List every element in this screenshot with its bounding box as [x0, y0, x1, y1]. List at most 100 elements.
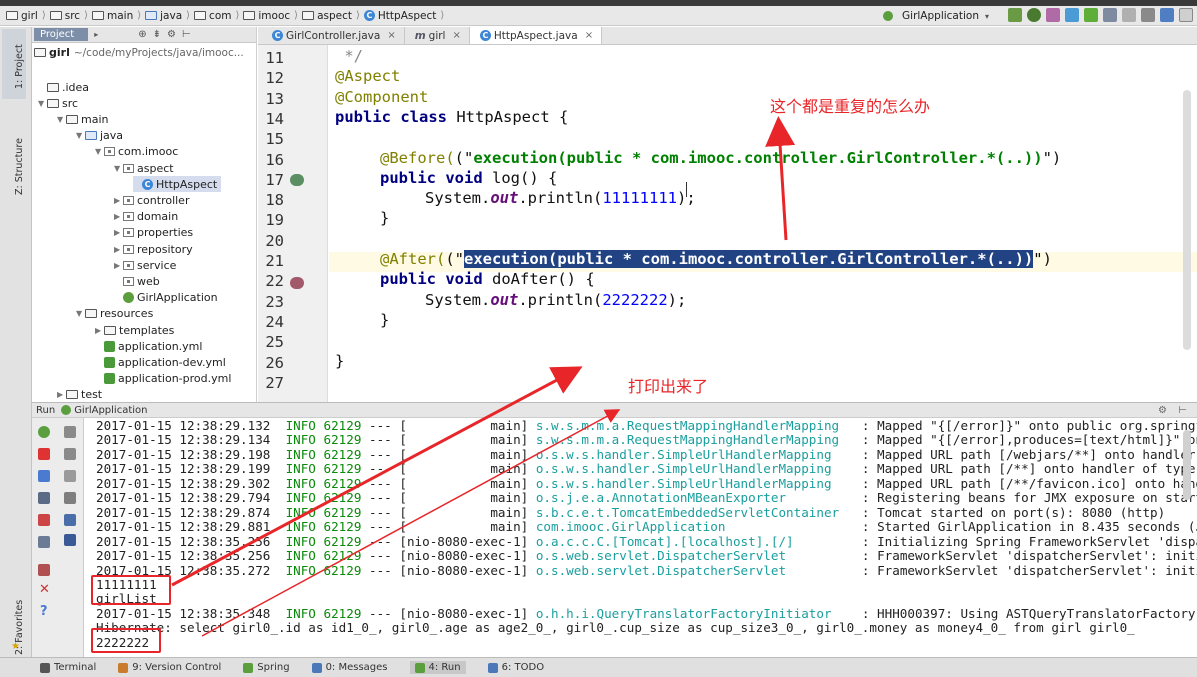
exit-icon[interactable]: [38, 514, 50, 526]
aspect-advice-icon[interactable]: [290, 174, 304, 186]
editor-tab[interactable]: C GirlController.java ×: [262, 27, 405, 44]
breadcrumb-item[interactable]: java: [145, 10, 182, 22]
expanded-arrow-icon[interactable]: ▼: [114, 164, 123, 173]
tree-node[interactable]: ▼ com.imooc: [95, 144, 178, 160]
console-output[interactable]: 2017-01-15 12:38:29.132 INFO 62129 --- […: [84, 418, 1197, 657]
console-scrollbar[interactable]: [1183, 430, 1191, 500]
gear-icon[interactable]: ⚙: [1158, 405, 1167, 416]
collapsed-arrow-icon[interactable]: ▶: [57, 390, 66, 399]
breadcrumb-item[interactable]: girl: [6, 10, 38, 22]
tree-node[interactable]: ▼ main: [57, 111, 108, 127]
expanded-arrow-icon[interactable]: ▼: [95, 147, 104, 156]
close-icon[interactable]: ✕: [39, 582, 50, 597]
tree-node[interactable]: ▼ resources: [76, 306, 153, 322]
debug-icon[interactable]: [1027, 8, 1041, 22]
scroll-up-icon[interactable]: [64, 426, 76, 438]
collapsed-arrow-icon[interactable]: ▶: [114, 196, 123, 205]
expanded-arrow-icon[interactable]: ▼: [76, 309, 85, 318]
structure-icon[interactable]: [1160, 8, 1174, 22]
help-icon[interactable]: ?: [40, 604, 48, 619]
run-config-select[interactable]: GirlApplication: [902, 10, 979, 22]
tree-node[interactable]: ▶ properties: [114, 225, 193, 241]
collapsed-arrow-icon[interactable]: ▶: [114, 228, 123, 237]
collapsed-arrow-icon[interactable]: ▶: [114, 261, 123, 270]
tree-node[interactable]: application-dev.yml: [95, 354, 226, 370]
structure-side-tab-label[interactable]: Z: Structure: [14, 138, 25, 195]
settings-icon[interactable]: [1141, 8, 1155, 22]
collapsed-arrow-icon[interactable]: ▶: [114, 212, 123, 221]
trash-icon[interactable]: [64, 534, 76, 546]
hide-icon[interactable]: ⊢: [182, 29, 191, 40]
breadcrumb-item[interactable]: main: [91, 10, 133, 22]
editor-tab[interactable]: m girl ×: [405, 27, 470, 44]
chevron-down-icon[interactable]: ▾: [985, 12, 989, 21]
editor-tab[interactable]: C HttpAspect.java ×: [469, 27, 603, 44]
expanded-arrow-icon[interactable]: ▼: [76, 131, 85, 140]
aspect-advice-icon[interactable]: [290, 277, 304, 289]
print-icon[interactable]: [64, 514, 76, 526]
vcs-commit-icon[interactable]: [1084, 8, 1098, 22]
soft-wrap-icon[interactable]: [64, 470, 76, 482]
collapsed-arrow-icon[interactable]: ▶: [95, 326, 104, 335]
tree-node[interactable]: ▶ service: [114, 257, 176, 273]
project-view-selector[interactable]: Project: [34, 28, 89, 41]
chevron-right-icon[interactable]: ▸: [94, 30, 98, 39]
tree-node-label: repository: [137, 242, 193, 256]
dump-threads-icon[interactable]: [38, 492, 50, 504]
tree-node[interactable]: ▶ domain: [114, 209, 178, 225]
collapsed-arrow-icon[interactable]: ▶: [114, 245, 123, 254]
tree-node[interactable]: application.yml: [95, 338, 202, 354]
sync-icon[interactable]: ⊕: [138, 29, 146, 40]
run-config-tab[interactable]: GirlApplication: [74, 405, 147, 416]
close-icon[interactable]: ×: [387, 30, 395, 41]
history-icon[interactable]: [1103, 8, 1117, 22]
tool-window-tab[interactable]: 0: Messages: [311, 662, 388, 673]
project-root[interactable]: girl ~/code/myProjects/java/imooc...: [34, 45, 244, 60]
tree-node[interactable]: ▼ java: [76, 128, 123, 144]
tool-window-tab[interactable]: 4: Run: [409, 661, 466, 674]
tree-node[interactable]: web: [114, 273, 160, 289]
tree-node[interactable]: application-prod.yml: [95, 371, 231, 387]
scroll-to-end-icon[interactable]: [64, 492, 76, 504]
line-number: 19: [265, 211, 284, 230]
breadcrumb-item[interactable]: imooc: [243, 10, 290, 22]
tool-window-tab[interactable]: 6: TODO: [487, 662, 544, 673]
tree-node[interactable]: ▼ src: [38, 95, 78, 111]
coverage-icon[interactable]: [1046, 8, 1060, 22]
breadcrumb-item[interactable]: aspect: [302, 10, 352, 22]
revert-icon[interactable]: [1122, 8, 1136, 22]
close-icon[interactable]: ×: [452, 30, 460, 41]
help-icon[interactable]: [1179, 8, 1193, 22]
pin-icon[interactable]: [38, 564, 50, 576]
collapse-icon[interactable]: ⇟: [153, 29, 161, 40]
tree-node[interactable]: .idea: [38, 79, 89, 95]
stop-icon[interactable]: [38, 448, 50, 460]
tool-window-tab[interactable]: 9: Version Control: [118, 662, 221, 673]
breadcrumb-item[interactable]: com: [194, 10, 231, 22]
console-line: 2017-01-15 12:38:29.794 INFO 62129 --- […: [96, 490, 1197, 505]
tree-node[interactable]: ▼ aspect: [114, 160, 174, 176]
rebuild-icon[interactable]: [1008, 8, 1022, 22]
tree-node[interactable]: C HttpAspect: [133, 176, 222, 193]
tree-node[interactable]: ▶ controller: [114, 192, 189, 208]
tree-node[interactable]: ▶ test: [57, 387, 102, 403]
breadcrumb-item[interactable]: C HttpAspect: [363, 10, 436, 22]
gear-icon[interactable]: ⚙: [167, 29, 176, 40]
pause-icon[interactable]: [38, 470, 50, 482]
expanded-arrow-icon[interactable]: ▼: [38, 99, 47, 108]
tool-window-tab[interactable]: Terminal: [40, 662, 96, 673]
hide-panel-icon[interactable]: ⊢: [1178, 405, 1187, 416]
tool-window-tab[interactable]: Spring: [243, 662, 290, 673]
tree-node[interactable]: ▶ templates: [95, 322, 174, 338]
tree-node[interactable]: ▶ repository: [114, 241, 193, 257]
rerun-icon[interactable]: [38, 426, 50, 438]
code-editor[interactable]: */ @Aspect @Component public class HttpAspe…: [329, 45, 1197, 402]
editor-scrollbar[interactable]: [1183, 90, 1191, 350]
vcs-update-icon[interactable]: [1065, 8, 1079, 22]
tree-node[interactable]: GirlApplication: [114, 290, 218, 306]
layout-icon[interactable]: [38, 536, 50, 548]
close-icon[interactable]: ×: [585, 30, 593, 41]
breadcrumb-item[interactable]: src: [49, 10, 80, 22]
scroll-down-icon[interactable]: [64, 448, 76, 460]
expanded-arrow-icon[interactable]: ▼: [57, 115, 66, 124]
